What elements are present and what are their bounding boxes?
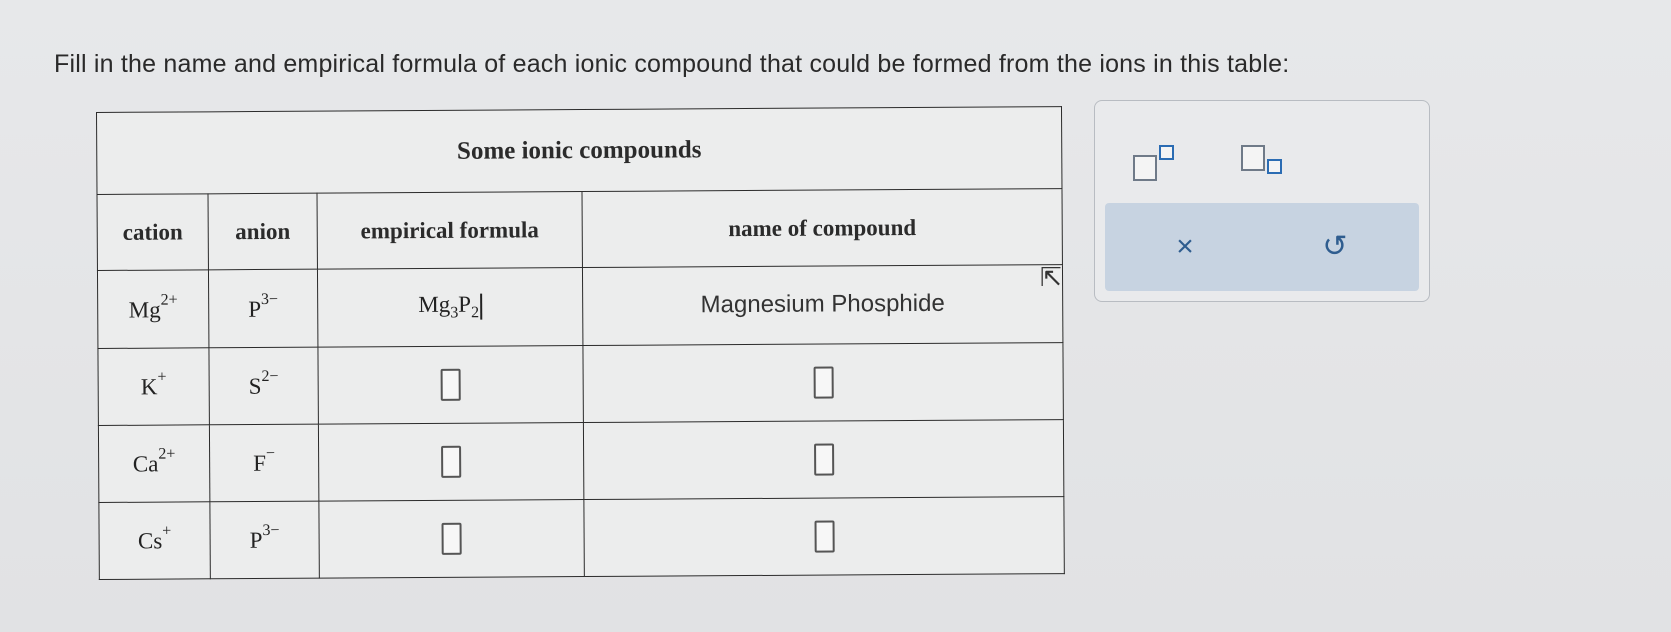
clear-button[interactable]: × <box>1163 225 1207 269</box>
table-row: Ca2+ F− <box>98 419 1064 503</box>
formula-input-empty[interactable] <box>317 345 584 424</box>
anion-symbol: F <box>253 450 267 476</box>
table-row: Cs+ P3− <box>98 496 1065 580</box>
header-anion: anion <box>208 193 318 271</box>
anion-cell: S2− <box>208 346 319 425</box>
cation-charge: 2+ <box>160 291 178 309</box>
formula-input-filled[interactable]: Mg3P2 <box>317 267 583 347</box>
compound-name-input-empty[interactable] <box>583 496 1065 577</box>
header-empirical-formula: empirical formula <box>317 191 583 270</box>
empty-answer-box[interactable] <box>814 520 835 553</box>
table-caption: Some ionic compounds <box>96 106 1062 195</box>
cation-symbol: Mg <box>128 296 161 323</box>
empty-answer-box[interactable] <box>813 366 834 399</box>
undo-button[interactable]: ↺ <box>1313 225 1357 269</box>
subscript-template-icon[interactable] <box>1241 143 1285 183</box>
math-toolbar-panel: × ↺ <box>1094 100 1430 302</box>
empty-answer-box[interactable] <box>440 368 461 401</box>
action-button-bar: × ↺ <box>1105 203 1419 291</box>
cation-cell: Ca2+ <box>98 424 210 503</box>
table-row: Mg2+ P3− Mg3P2 Magnesium Phosphide <box>97 264 1063 349</box>
ionic-compounds-table: Some ionic compounds cation anion empiri… <box>96 106 1065 580</box>
cation-charge: + <box>157 368 167 386</box>
ionic-compounds-table-container: Some ionic compounds cation anion empiri… <box>96 106 1065 580</box>
header-cation: cation <box>97 194 209 271</box>
header-name-of-compound: name of compound <box>581 188 1063 268</box>
anion-symbol: S <box>248 373 262 399</box>
superscript-template-icon[interactable] <box>1133 143 1177 183</box>
cation-cell: Mg2+ <box>97 270 209 349</box>
formula-input-empty[interactable] <box>318 422 584 501</box>
cation-charge: 2+ <box>158 445 176 463</box>
anion-cell: P3− <box>208 269 318 348</box>
anion-charge: 2− <box>261 367 279 385</box>
anion-symbol: P <box>249 527 263 553</box>
mouse-pointer-icon: ⇱ <box>1040 262 1062 292</box>
anion-charge: 3− <box>260 290 279 308</box>
cation-symbol: Cs <box>137 528 163 554</box>
question-prompt: Fill in the name and empirical formula o… <box>54 50 1290 78</box>
anion-cell: F− <box>209 423 319 502</box>
table-row: K+ S2− <box>97 342 1064 426</box>
anion-symbol: P <box>248 296 262 322</box>
formula-input-empty[interactable] <box>318 499 585 579</box>
cation-symbol: Ca <box>132 451 159 477</box>
formula-element-a: Mg <box>418 291 451 318</box>
empty-answer-box[interactable] <box>441 522 462 555</box>
empty-answer-box[interactable] <box>813 443 834 476</box>
anion-charge: 3− <box>262 521 280 540</box>
compound-name-input-empty[interactable] <box>582 342 1064 423</box>
compound-name-input-empty[interactable] <box>583 419 1064 500</box>
compound-name-input-filled[interactable]: Magnesium Phosphide <box>582 264 1063 346</box>
cation-charge: + <box>162 522 172 540</box>
empty-answer-box[interactable] <box>441 445 462 478</box>
anion-charge: − <box>265 444 276 462</box>
cation-cell: Cs+ <box>98 501 211 580</box>
cation-symbol: K <box>140 374 158 400</box>
formula-element-b: P <box>458 291 472 317</box>
formula-subscript-b: 2 <box>471 304 480 322</box>
cation-cell: K+ <box>97 347 210 426</box>
formula-subscript-a: 3 <box>450 304 459 322</box>
anion-cell: P3− <box>209 500 320 579</box>
text-cursor <box>479 293 483 320</box>
